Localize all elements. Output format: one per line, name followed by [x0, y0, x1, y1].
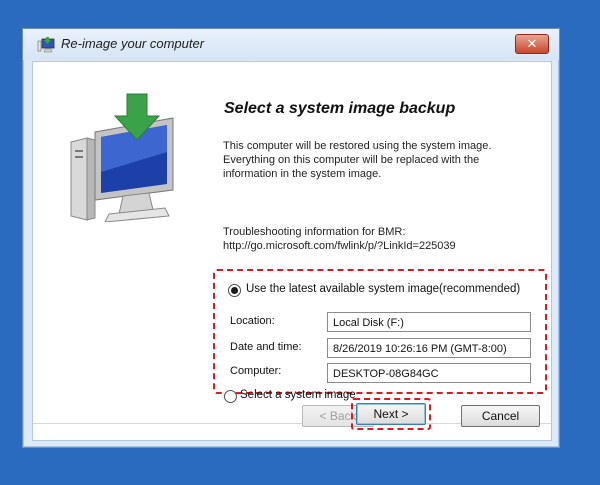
- dialog-content: Select a system image backup This comput…: [32, 61, 552, 441]
- monitor-restore-icon: [70, 93, 174, 222]
- cancel-button[interactable]: Cancel: [461, 405, 540, 427]
- reimage-dialog: Re-image your computer ✕ Select a system…: [22, 28, 560, 448]
- troubleshooting-info: Troubleshooting information for BMR: htt…: [223, 225, 523, 253]
- select-image-radio[interactable]: [224, 390, 237, 403]
- latest-image-radio[interactable]: [228, 284, 241, 297]
- datetime-field: 8/26/2019 10:26:16 PM (GMT-8:00): [327, 338, 531, 358]
- datetime-label: Date and time:: [230, 341, 302, 353]
- computer-field: DESKTOP-08G84GC: [327, 363, 531, 383]
- select-image-label[interactable]: Select a system image: [240, 389, 356, 401]
- next-button[interactable]: Next >: [356, 403, 426, 425]
- title-bar: Re-image your computer ✕: [23, 29, 559, 60]
- restore-description: This computer will be restored using the…: [223, 140, 492, 180]
- location-label: Location:: [230, 315, 275, 327]
- location-field: Local Disk (F:): [327, 312, 531, 332]
- latest-image-highlight: Use the latest available system image(re…: [213, 269, 547, 394]
- latest-image-label[interactable]: Use the latest available system image(re…: [246, 283, 520, 295]
- computer-label: Computer:: [230, 365, 282, 377]
- window-title: Re-image your computer: [61, 36, 205, 51]
- troubleshooting-label: Troubleshooting information for BMR:: [223, 226, 406, 238]
- page-title: Select a system image backup: [224, 100, 456, 117]
- troubleshooting-link[interactable]: http://go.microsoft.com/fwlink/p/?LinkId…: [223, 239, 523, 253]
- close-button[interactable]: ✕: [515, 34, 549, 54]
- reimage-computer-icon: [37, 37, 55, 53]
